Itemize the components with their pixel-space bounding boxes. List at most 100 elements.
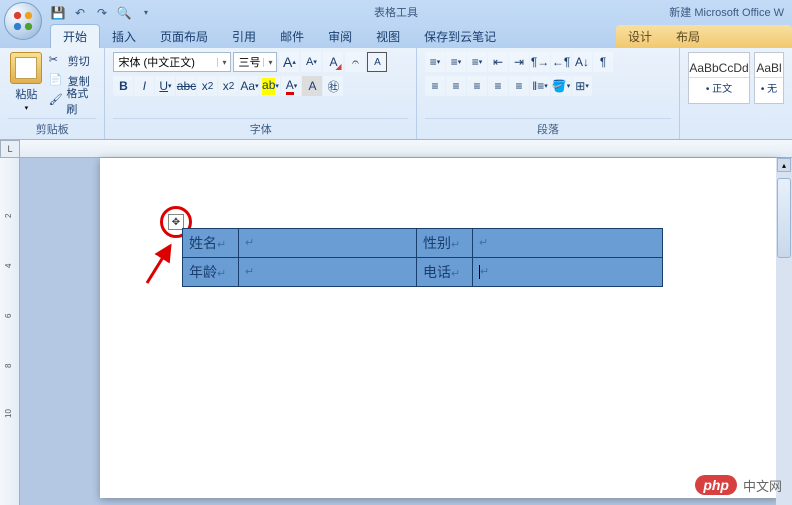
watermark-text: 中文网	[743, 476, 782, 495]
shading-button[interactable]: 🪣▾	[551, 76, 571, 96]
brush-icon: 🖌	[49, 93, 64, 109]
workspace: L 2 4 6 8 10 ✥ 姓名↵ ↵ 性别↵ ↵ 年龄↵ ↵ 电话↵ ↵	[0, 140, 792, 505]
cell-phone-label[interactable]: 电话↵	[417, 258, 473, 287]
copy-icon: 📄	[49, 73, 65, 89]
style-normal[interactable]: AaBbCcDd • 正文	[688, 52, 750, 104]
clear-format-button[interactable]: A◢	[323, 52, 343, 72]
undo-icon[interactable]: ↶	[72, 5, 88, 21]
title-center: 表格工具	[374, 4, 418, 20]
scroll-thumb[interactable]	[777, 178, 791, 258]
para-mark-icon: ↵	[480, 266, 489, 278]
document-table[interactable]: 姓名↵ ↵ 性别↵ ↵ 年龄↵ ↵ 电话↵ ↵	[182, 228, 663, 287]
scissors-icon: ✂	[49, 53, 65, 69]
cell-age-label[interactable]: 年龄↵	[183, 258, 239, 287]
chevron-down-icon: ▾	[263, 58, 272, 67]
paste-label: 粘贴	[15, 86, 37, 102]
para-mark-icon: ↵	[245, 266, 254, 278]
ribbon: 粘贴 ▾ ✂剪切 📄复制 🖌格式刷 剪贴板 宋体 (中文正文)▾ 三号▾ A▴ …	[0, 48, 792, 140]
office-button[interactable]	[4, 2, 42, 40]
para-mark-icon: ↵	[217, 268, 226, 280]
italic-button[interactable]: I	[134, 76, 154, 96]
multilevel-button[interactable]: ≡▾	[467, 52, 487, 72]
save-icon[interactable]: 💾	[50, 5, 66, 21]
font-name-combo[interactable]: 宋体 (中文正文)▾	[113, 52, 231, 72]
align-left-button[interactable]: ≡	[425, 76, 445, 96]
subscript-button[interactable]: x2	[197, 76, 217, 96]
tab-table-layout[interactable]: 布局	[664, 25, 712, 48]
enclose-char-button[interactable]: ㊓	[323, 76, 343, 96]
format-painter-button[interactable]: 🖌格式刷	[49, 92, 97, 110]
print-preview-icon[interactable]: 🔍	[116, 5, 132, 21]
group-clipboard: 粘贴 ▾ ✂剪切 📄复制 🖌格式刷 剪贴板	[0, 48, 105, 139]
align-right-button[interactable]: ≡	[467, 76, 487, 96]
qat-dropdown-icon[interactable]: ▾	[138, 5, 154, 21]
char-shading-button[interactable]: A	[302, 76, 322, 96]
tab-review[interactable]: 审阅	[316, 25, 364, 48]
table-row[interactable]: 姓名↵ ↵ 性别↵ ↵	[183, 229, 663, 258]
change-case-button[interactable]: Aa▾	[239, 76, 259, 96]
style-no-spacing[interactable]: AaBl • 无	[754, 52, 784, 104]
vertical-ruler[interactable]: 2 4 6 8 10	[0, 158, 20, 505]
ruler-corner[interactable]: L	[0, 140, 20, 158]
paste-dropdown-icon[interactable]: ▾	[25, 104, 29, 112]
align-center-button[interactable]: ≡	[446, 76, 466, 96]
rtl-button[interactable]: ←¶	[551, 52, 571, 72]
group-styles: AaBbCcDd • 正文 AaBl • 无	[680, 48, 792, 139]
increase-indent-button[interactable]: ⇥	[509, 52, 529, 72]
bold-button[interactable]: B	[113, 76, 133, 96]
phonetic-guide-button[interactable]: 𝄐	[345, 52, 365, 72]
para-mark-icon: ↵	[479, 237, 488, 249]
paste-button[interactable]: 粘贴 ▾	[8, 52, 45, 118]
ltr-button[interactable]: ¶→	[530, 52, 550, 72]
cell-gender-value[interactable]: ↵	[473, 229, 663, 258]
php-badge: php	[695, 475, 737, 495]
annotation-arrow	[142, 238, 182, 288]
strikethrough-button[interactable]: abc	[176, 76, 196, 96]
font-size-combo[interactable]: 三号▾	[233, 52, 277, 72]
bullets-button[interactable]: ≡▾	[425, 52, 445, 72]
shrink-font-button[interactable]: A▾	[301, 52, 321, 72]
title-bar: 💾 ↶ ↷ 🔍 ▾ 表格工具 新建 Microsoft Office W	[0, 0, 792, 25]
para-mark-icon: ↵	[217, 239, 226, 251]
watermark: php 中文网	[695, 475, 782, 495]
horizontal-ruler[interactable]	[20, 140, 792, 158]
highlight-button[interactable]: ab▾	[260, 76, 280, 96]
tab-table-design[interactable]: 设计	[616, 25, 664, 48]
quick-access-toolbar: 💾 ↶ ↷ 🔍 ▾	[50, 5, 154, 21]
tab-mailings[interactable]: 邮件	[268, 25, 316, 48]
show-marks-button[interactable]: ¶	[593, 52, 613, 72]
tab-insert[interactable]: 插入	[100, 25, 148, 48]
superscript-button[interactable]: x2	[218, 76, 238, 96]
cell-age-value[interactable]: ↵	[239, 258, 417, 287]
vertical-scrollbar[interactable]: ▴	[776, 158, 792, 505]
cell-name-label[interactable]: 姓名↵	[183, 229, 239, 258]
table-row[interactable]: 年龄↵ ↵ 电话↵ ↵	[183, 258, 663, 287]
para-mark-icon: ↵	[451, 268, 460, 280]
chevron-down-icon: ▾	[217, 58, 226, 67]
char-border-button[interactable]: A	[367, 52, 387, 72]
tab-references[interactable]: 引用	[220, 25, 268, 48]
para-mark-icon: ↵	[245, 237, 254, 249]
tab-page-layout[interactable]: 页面布局	[148, 25, 220, 48]
distribute-button[interactable]: ≡	[509, 76, 529, 96]
cell-gender-label[interactable]: 性别↵	[417, 229, 473, 258]
grow-font-button[interactable]: A▴	[279, 52, 299, 72]
tab-view[interactable]: 视图	[364, 25, 412, 48]
underline-button[interactable]: U▾	[155, 76, 175, 96]
cut-button[interactable]: ✂剪切	[49, 52, 97, 70]
borders-button[interactable]: ⊞▾	[572, 76, 592, 96]
cell-phone-value[interactable]: ↵	[473, 258, 663, 287]
scroll-up-button[interactable]: ▴	[777, 158, 791, 172]
sort-button[interactable]: A↓	[572, 52, 592, 72]
justify-button[interactable]: ≡	[488, 76, 508, 96]
line-spacing-button[interactable]: ‖≡▾	[530, 76, 550, 96]
font-color-button[interactable]: A▾	[281, 76, 301, 96]
numbering-button[interactable]: ≡▾	[446, 52, 466, 72]
document-page[interactable]: ✥ 姓名↵ ↵ 性别↵ ↵ 年龄↵ ↵ 电话↵ ↵	[100, 158, 780, 498]
tab-home[interactable]: 开始	[50, 24, 100, 48]
redo-icon[interactable]: ↷	[94, 5, 110, 21]
ribbon-tabs: 开始 插入 页面布局 引用 邮件 审阅 视图 保存到云笔记 设计 布局	[0, 25, 792, 48]
tab-cloud-note[interactable]: 保存到云笔记	[412, 25, 508, 48]
decrease-indent-button[interactable]: ⇤	[488, 52, 508, 72]
cell-name-value[interactable]: ↵	[239, 229, 417, 258]
